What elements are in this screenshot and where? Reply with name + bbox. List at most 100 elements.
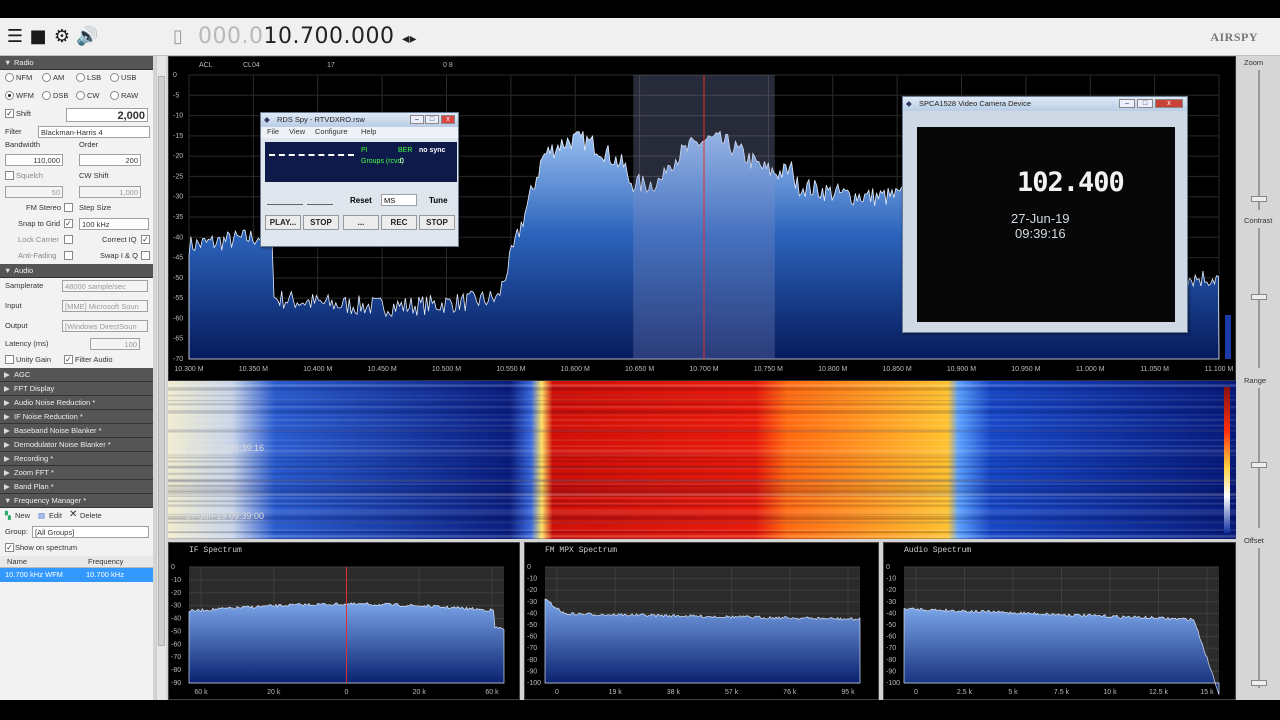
correct-iq-checkbox[interactable]: ✓ <box>141 235 150 244</box>
reset-select[interactable]: MS <box>381 194 417 206</box>
section-audio-noise-reduction[interactable]: ▶ Audio Noise Reduction * <box>0 396 153 410</box>
section-audio[interactable]: ▼ Audio <box>0 264 153 278</box>
stop-icon[interactable]: ■ <box>28 27 48 47</box>
section-if-noise-reduction[interactable]: ▶ IF Noise Reduction * <box>0 410 153 424</box>
camera-titlebar[interactable]: ◆ SPCA1528 Video Camera Device – □ x <box>903 97 1187 111</box>
lock-carrier-checkbox[interactable] <box>64 235 73 244</box>
table-row[interactable]: 10.700 kHz WFM 10.700 kHz <box>0 568 153 582</box>
anti-fading-checkbox[interactable] <box>64 251 73 260</box>
radio-lsb[interactable] <box>76 73 85 82</box>
maximize-icon[interactable]: □ <box>1137 99 1153 108</box>
fm-stereo-checkbox[interactable] <box>64 203 73 212</box>
frequency-digits[interactable]: 10.700.000 <box>263 24 394 49</box>
menu-file[interactable]: File <box>267 127 279 136</box>
rec-button[interactable]: REC <box>381 215 417 230</box>
offset-slider-track[interactable] <box>1258 548 1260 688</box>
unity-gain-checkbox[interactable] <box>5 355 14 364</box>
group-select[interactable]: [All Groups] <box>32 526 149 538</box>
bandwidth-input[interactable]: 110,000 <box>5 154 63 166</box>
col-name[interactable]: Name <box>7 557 27 566</box>
camera-window[interactable]: ◆ SPCA1528 Video Camera Device – □ x 102… <box>902 96 1188 333</box>
tune-arrows-icon[interactable]: ◂▸ <box>402 31 417 47</box>
section-frequency-manager[interactable]: ▼ Frequency Manager * <box>0 494 153 508</box>
section-zoom-fft[interactable]: ▶ Zoom FFT * <box>0 466 153 480</box>
cw-shift-input[interactable]: 1,000 <box>79 186 141 198</box>
input-select[interactable]: [MME] Microsoft Soun <box>62 300 148 312</box>
level-slider-2[interactable] <box>307 193 333 205</box>
swap-iq-checkbox[interactable] <box>141 251 150 260</box>
scrollbar-thumb[interactable] <box>158 76 165 646</box>
section-radio[interactable]: ▼ Radio <box>0 56 153 70</box>
menu-configure[interactable]: Configure <box>315 127 348 136</box>
section-demodulator-noise-blanker[interactable]: ▶ Demodulator Noise Blanker * <box>0 438 153 452</box>
zoom-slider-track[interactable] <box>1258 70 1260 210</box>
section-recording[interactable]: ▶ Recording * <box>0 452 153 466</box>
filter-audio-checkbox[interactable]: ✓ <box>64 355 73 364</box>
x-tick-label: 60 k <box>485 689 499 696</box>
squelch-input[interactable]: 50 <box>5 186 63 198</box>
if-spectrum-plot[interactable]: 0 -10 -20 -30 -40 -50 -60 -70 -80 -90 60 k 20 k 0 20 … <box>169 543 519 699</box>
delete-button[interactable]: Delete <box>80 511 102 520</box>
menu-icon[interactable]: ☰ <box>5 27 25 47</box>
audio-spectrum-plot[interactable]: 0 -10 -20 -30 -40 -50 -60 -70 -80 -90 -100 0 2.5 k 5 … <box>884 543 1235 699</box>
stop-button[interactable]: STOP <box>303 215 339 230</box>
speaker-icon[interactable]: 🔊 <box>76 27 98 47</box>
waterfall-plot[interactable]: 27-Jun-19 09:39:16 27-Jun-19 09:39:00 <box>168 381 1236 541</box>
col-frequency[interactable]: Frequency <box>88 557 123 566</box>
frequency-display[interactable]: 000.010.700.000 ◂▸ <box>198 24 417 49</box>
squelch-checkbox[interactable] <box>5 171 14 180</box>
close-icon[interactable]: x <box>1155 99 1183 108</box>
reset-label[interactable]: Reset <box>350 196 372 205</box>
tune-button[interactable]: Tune <box>429 196 448 205</box>
zoom-slider-knob[interactable] <box>1251 196 1267 202</box>
snap-checkbox[interactable]: ✓ <box>64 219 73 228</box>
gear-icon[interactable]: ⚙ <box>52 27 72 47</box>
menu-view[interactable]: View <box>289 127 305 136</box>
minimize-icon[interactable]: – <box>1119 99 1135 108</box>
output-select[interactable]: [Windows DirectSoun <box>62 320 148 332</box>
menu-help[interactable]: Help <box>361 127 376 136</box>
filter-select[interactable]: Blackman-Harris 4 <box>38 126 150 138</box>
range-slider-track[interactable] <box>1258 388 1260 528</box>
play-button[interactable]: PLAY... <box>265 215 301 230</box>
more-button[interactable]: ... <box>343 215 379 230</box>
section-fft-display[interactable]: ▶ FFT Display <box>0 382 153 396</box>
edit-button[interactable]: Edit <box>49 511 62 520</box>
range-slider-knob[interactable] <box>1251 462 1267 468</box>
latency-input[interactable]: 100 <box>90 338 140 350</box>
radio-wfm[interactable] <box>5 91 14 100</box>
show-checkbox[interactable]: ✓ <box>5 543 14 552</box>
radio-usb[interactable] <box>110 73 119 82</box>
new-button[interactable]: New <box>15 511 30 520</box>
order-input[interactable]: 200 <box>79 154 141 166</box>
offset-slider-knob[interactable] <box>1251 680 1267 686</box>
fm-mpx-spectrum-plot[interactable]: 0 -10 -20 -30 -40 -50 -60 -70 -80 -90 -100 0 19 k 38 … <box>525 543 878 699</box>
audio-spectrum-panel[interactable]: Audio Spectrum 0 -10 -20 -30 -40 -50 -60 -70 -80… <box>883 542 1236 700</box>
fm-mpx-spectrum-panel[interactable]: FM MPX Spectrum 0 -10 -20 -30 -40 -50 -60 -70 -8… <box>524 542 879 700</box>
shift-input[interactable]: 2,000 <box>66 108 148 122</box>
rds-titlebar[interactable]: ◆ RDS Spy - RTVDXRO.rsw – □ x <box>261 113 458 127</box>
contrast-slider-knob[interactable] <box>1251 294 1267 300</box>
panel-scrollbar[interactable] <box>156 56 166 700</box>
close-icon[interactable]: x <box>441 115 455 124</box>
frequency-leading-digits[interactable]: 000.0 <box>198 24 263 49</box>
radio-cw[interactable] <box>76 91 85 100</box>
section-agc[interactable]: ▶ AGC <box>0 368 153 382</box>
step-select[interactable]: 100 kHz <box>79 218 149 230</box>
radio-am[interactable] <box>42 73 51 82</box>
samplerate-select[interactable]: 48000 sample/sec <box>62 280 148 292</box>
shift-checkbox[interactable]: ✓ <box>5 109 14 118</box>
rds-spy-window[interactable]: ◆ RDS Spy - RTVDXRO.rsw – □ x File View … <box>260 112 459 247</box>
radio-raw[interactable] <box>110 91 119 100</box>
maximize-icon[interactable]: □ <box>425 115 439 124</box>
waterfall[interactable]: 27-Jun-19 09:39:16 27-Jun-19 09:39:00 <box>168 381 1236 541</box>
radio-nfm[interactable] <box>5 73 14 82</box>
y-tick-label: -80 <box>886 657 896 664</box>
radio-dsb[interactable] <box>42 91 51 100</box>
level-slider-1[interactable] <box>267 193 303 205</box>
stop-rec-button[interactable]: STOP <box>419 215 455 230</box>
minimize-icon[interactable]: – <box>410 115 424 124</box>
section-baseband-noise-blanker[interactable]: ▶ Baseband Noise Blanker * <box>0 424 153 438</box>
section-band-plan[interactable]: ▶ Band Plan * <box>0 480 153 494</box>
if-spectrum-panel[interactable]: IF Spectrum 0 -10 -20 -30 -40 -50 -60 -70 -80 -90… <box>168 542 520 700</box>
